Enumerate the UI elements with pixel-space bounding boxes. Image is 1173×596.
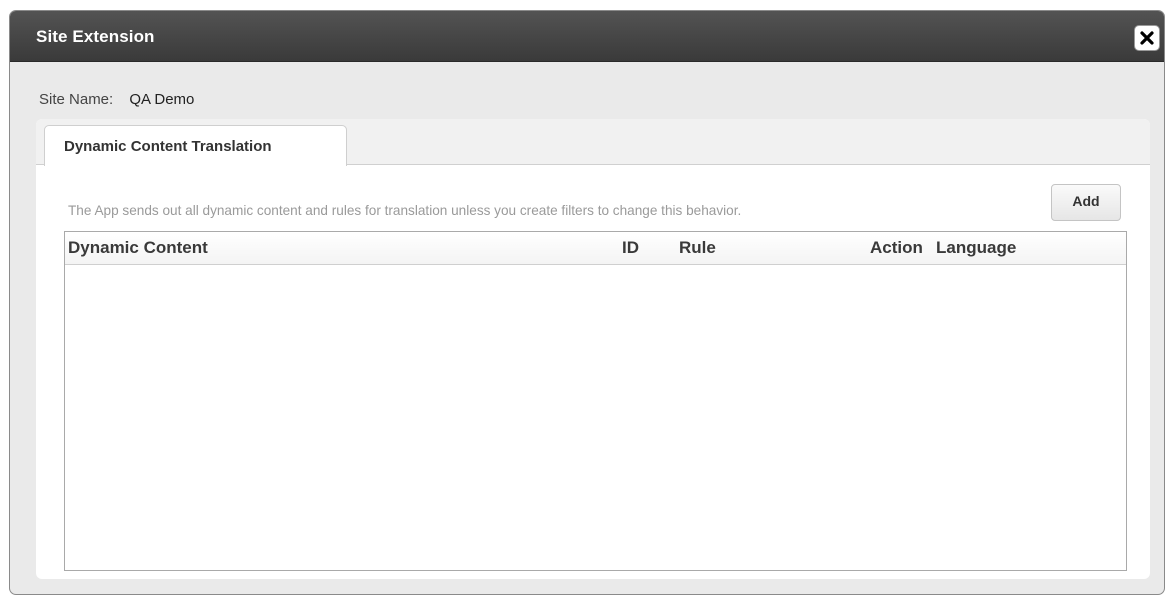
description-text: The App sends out all dynamic content an… (68, 203, 742, 218)
table-body (65, 265, 1126, 570)
tab-panel: Dynamic Content Translation The App send… (36, 119, 1150, 579)
add-button[interactable]: Add (1051, 184, 1121, 221)
close-icon (1140, 31, 1154, 45)
column-header-action[interactable]: Action (870, 238, 923, 258)
site-name-value: QA Demo (129, 91, 195, 108)
dialog-titlebar[interactable]: Site Extension (10, 11, 1164, 62)
dialog-title: Site Extension (36, 27, 155, 46)
close-button[interactable] (1134, 25, 1160, 51)
column-header-rule[interactable]: Rule (679, 238, 716, 258)
site-extension-dialog: Site Extension Site Name: QA Demo Dynami… (9, 10, 1165, 595)
site-name-row: Site Name: QA Demo (39, 91, 194, 108)
column-header-dynamic-content[interactable]: Dynamic Content (68, 238, 208, 258)
column-header-id[interactable]: ID (622, 238, 639, 258)
dynamic-content-table: Dynamic Content ID Rule Action Language (64, 231, 1127, 571)
site-name-label: Site Name: (39, 91, 114, 108)
tab-dynamic-content-translation[interactable]: Dynamic Content Translation (44, 125, 347, 166)
tab-strip: Dynamic Content Translation (36, 119, 1150, 166)
column-header-language[interactable]: Language (936, 238, 1016, 258)
table-header: Dynamic Content ID Rule Action Language (65, 232, 1126, 265)
